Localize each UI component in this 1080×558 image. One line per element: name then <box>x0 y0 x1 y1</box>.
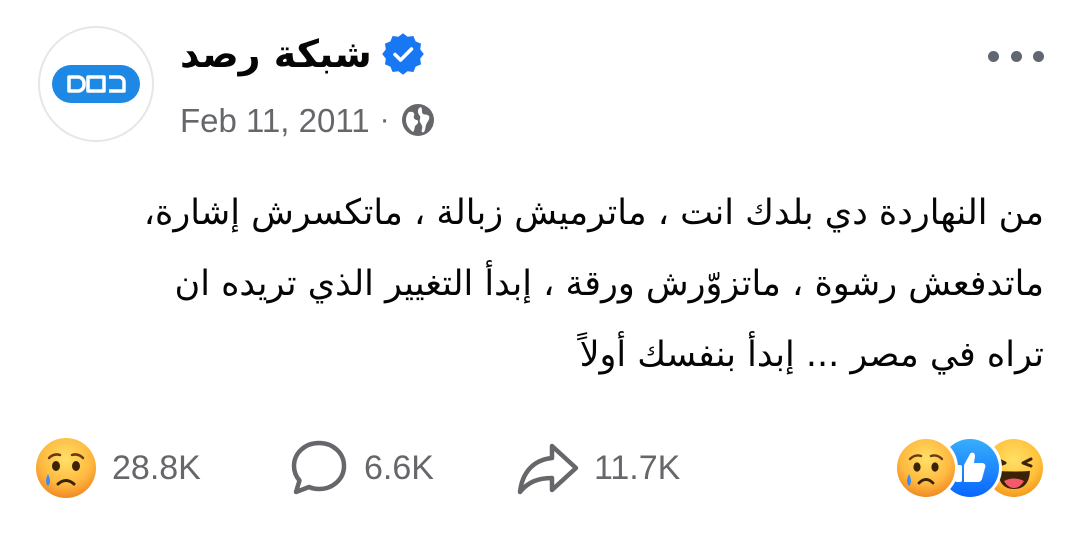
post-text-line: ماتدفعش رشوة ، ماتزوّرش ورقة ، إبدأ التغ… <box>174 264 1044 304</box>
sad-icon <box>897 439 955 497</box>
page-name-row: شبكة رصد <box>180 28 424 80</box>
post-meta: Feb 11, 2011 · <box>180 98 436 142</box>
more-dot-icon <box>1010 50 1022 62</box>
post-timestamp[interactable]: Feb 11, 2011 <box>180 104 370 137</box>
sad-reaction-icon <box>36 438 96 498</box>
comment-icon <box>291 440 347 495</box>
rassd-logo-mark <box>67 75 126 93</box>
sad-reaction <box>894 436 958 500</box>
comments-count-button[interactable]: 6.6K <box>288 432 434 504</box>
more-dot-icon <box>1033 50 1044 62</box>
globe-icon <box>401 104 434 136</box>
post-footer: 28.8K 6.6K 11.7K <box>0 432 1080 504</box>
page-name[interactable]: شبكة رصد <box>180 35 372 73</box>
page-avatar[interactable] <box>38 26 154 142</box>
more-options-button[interactable] <box>988 40 1044 72</box>
post-text-line: تراه في مصر ... إبدأ بنفسك أولاً <box>579 335 1044 375</box>
shares-count-button[interactable]: 11.7K <box>516 432 680 504</box>
facebook-post: شبكة رصد Feb 11, 2011 · من النهاردة دي ب… <box>0 0 1080 558</box>
meta-separator: · <box>379 103 390 136</box>
comments-count: 6.6K <box>364 449 434 487</box>
reactions-count-button[interactable]: 28.8K <box>34 432 201 504</box>
post-text-line: من النهاردة دي بلدك انت ، ماترميش زبالة … <box>143 193 1044 233</box>
reactions-count: 28.8K <box>112 449 201 487</box>
reaction-summary[interactable] <box>894 436 1046 500</box>
share-icon <box>517 443 579 495</box>
verified-badge-icon <box>382 33 424 75</box>
rassd-logo <box>52 65 140 103</box>
shares-count: 11.7K <box>594 449 681 487</box>
post-body-text: من النهاردة دي بلدك انت ، ماترميش زبالة … <box>36 178 1044 391</box>
more-dot-icon <box>988 50 999 62</box>
